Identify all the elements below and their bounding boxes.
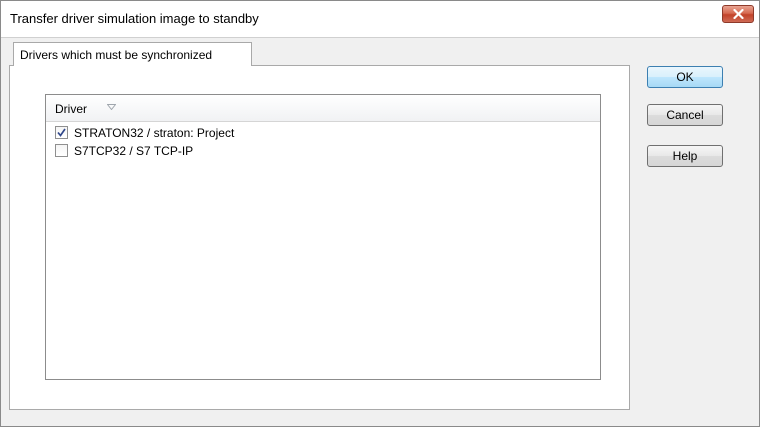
driver-label: S7TCP32 / S7 TCP-IP (74, 144, 194, 158)
check-icon (57, 128, 66, 137)
driver-label: STRATON32 / straton: Project (74, 126, 235, 140)
help-button[interactable]: Help (647, 145, 723, 167)
window-title: Transfer driver simulation image to stan… (10, 11, 259, 26)
column-header-driver[interactable]: Driver (46, 95, 600, 122)
ok-button[interactable]: OK (647, 66, 723, 88)
close-icon (733, 9, 744, 19)
column-header-label: Driver (55, 102, 87, 116)
cancel-button[interactable]: Cancel (647, 104, 723, 126)
driver-list[interactable]: Driver STRATON32 / straton: Project S7TC… (45, 94, 601, 380)
tab-label: Drivers which must be synchronized (20, 48, 213, 62)
title-bar: Transfer driver simulation image to stan… (1, 1, 759, 38)
tab-drivers-to-synchronize[interactable]: Drivers which must be synchronized (13, 42, 252, 66)
close-button[interactable] (722, 5, 754, 23)
sort-indicator-icon (107, 104, 116, 110)
list-item[interactable]: S7TCP32 / S7 TCP-IP (55, 142, 555, 160)
dialog-window: Transfer driver simulation image to stan… (0, 0, 760, 427)
driver-checkbox[interactable] (55, 144, 68, 157)
list-item[interactable]: STRATON32 / straton: Project (55, 124, 555, 142)
driver-checkbox[interactable] (55, 126, 68, 139)
